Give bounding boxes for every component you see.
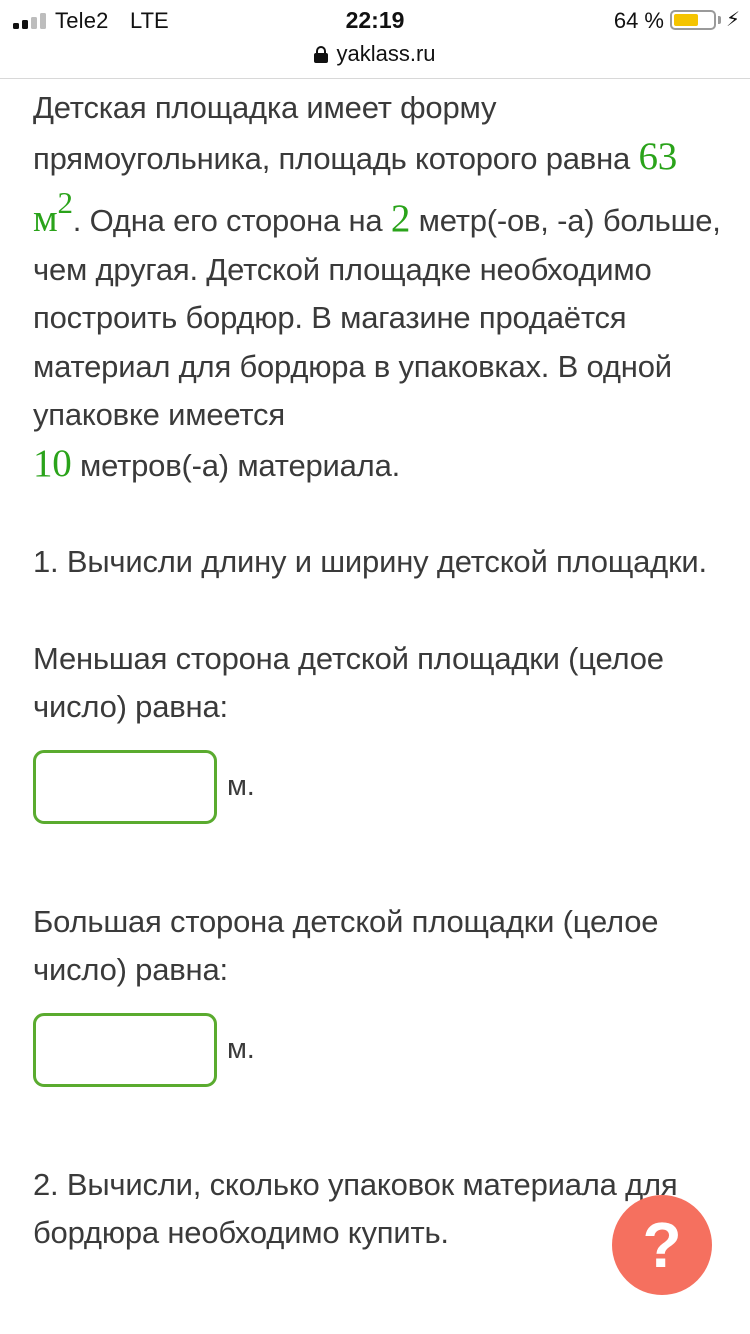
status-bar: Tele2 LTE 22:19 64 % ⚡ [0,0,750,40]
exercise-content: Детская площадка имеет форму прямоугольн… [33,84,723,1258]
battery-percentage: 64 % [613,8,664,33]
lock-icon [314,45,329,63]
battery-level [674,14,699,26]
problem-text-1: Детская площадка имеет форму прямоугольн… [33,90,639,176]
problem-statement: Детская площадка имеет форму прямоугольн… [33,84,723,490]
smaller-side-unit: м. [227,770,255,803]
smaller-side-label: Меньшая сторона детской площадки (целое … [33,640,664,725]
area-number: 63 [638,134,678,178]
header-divider [0,78,750,79]
problem-text-2: . Одна его сторона на [72,203,391,238]
larger-side-input[interactable] [33,1012,217,1087]
battery-icon [670,10,716,30]
larger-side-label: Большая сторона детской площадки (целое … [33,903,659,988]
area-unit: м [33,197,58,240]
difference-value: 2 [390,197,411,240]
problem-text-4: метров(-а) материала. [71,447,401,483]
larger-side-unit: м. [227,1033,255,1066]
area-exponent: 2 [57,185,73,220]
task-1-heading: 1. Вычисли длину и ширину детской площад… [33,544,707,579]
url-domain: yaklass.ru [336,41,436,66]
charging-icon: ⚡ [726,9,741,31]
smaller-side-input[interactable] [33,749,217,824]
battery-cap [718,16,721,24]
pack-length-value: 10 [33,441,72,485]
larger-side-answer-row: м. [33,1012,723,1087]
smaller-side-answer-row: м. [33,749,723,824]
help-button[interactable]: ? [612,1195,712,1295]
address-bar[interactable]: yaklass.ru [0,40,750,78]
